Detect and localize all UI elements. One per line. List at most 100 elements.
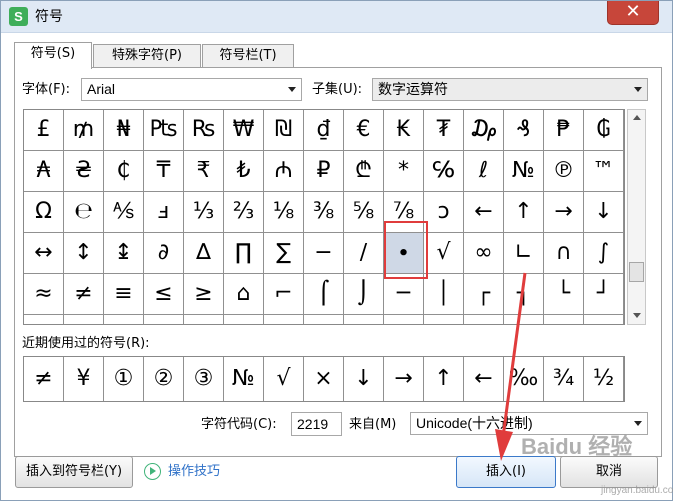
symbol-cell[interactable]: ₸ <box>144 151 184 192</box>
symbol-cell[interactable]: · <box>304 315 344 324</box>
symbol-cell[interactable]: · <box>424 315 464 324</box>
symbol-cell[interactable]: ₱ <box>544 110 584 151</box>
symbol-cell[interactable]: ⌠ <box>304 274 344 315</box>
symbol-cell[interactable]: ℮ <box>64 192 104 233</box>
recent-symbol-cell[interactable]: ‰ <box>504 357 544 401</box>
recent-symbol-cell[interactable]: ↓ <box>344 357 384 401</box>
recent-symbol-cell[interactable]: × <box>304 357 344 401</box>
symbol-cell[interactable]: ∕ <box>344 233 384 274</box>
recent-symbol-cell[interactable]: № <box>224 357 264 401</box>
symbol-cell[interactable]: ↨ <box>104 233 144 274</box>
symbol-cell[interactable]: £ <box>24 110 64 151</box>
symbol-cell[interactable]: ₯ <box>464 110 504 151</box>
symbol-cell[interactable]: ₰ <box>504 110 544 151</box>
symbol-cell[interactable]: * <box>384 151 424 192</box>
recent-symbol-cell[interactable]: ① <box>104 357 144 401</box>
symbol-cell[interactable]: · <box>584 315 624 324</box>
symbol-cell[interactable]: · <box>144 315 184 324</box>
symbol-cell[interactable]: ─ <box>384 274 424 315</box>
recent-symbol-cell[interactable]: ↑ <box>424 357 464 401</box>
symbol-cell[interactable]: ∏ <box>224 233 264 274</box>
close-button[interactable]: ✕ <box>607 1 659 25</box>
symbol-cell[interactable]: ₽ <box>304 151 344 192</box>
recent-symbols-row[interactable]: ≠ ¥ ① ② ③ № √ × ↓ → ↑ ← ‰ ¾ ½ <box>23 356 625 402</box>
grid-scrollbar[interactable] <box>627 109 646 325</box>
symbol-cell[interactable]: · <box>104 315 144 324</box>
symbol-cell[interactable]: √ <box>424 233 464 274</box>
scroll-down-icon[interactable] <box>633 313 641 318</box>
symbol-cell[interactable]: ≥ <box>184 274 224 315</box>
symbol-cell[interactable]: · <box>384 315 424 324</box>
symbol-cell[interactable]: └ <box>544 274 584 315</box>
symbol-cell[interactable]: Ω <box>24 192 64 233</box>
symbol-grid[interactable]: £ ₥ ₦ ₧ ₨ ₩ ₪ ₫ € ₭ ₮ ₯ ₰ ₱ ₲ ₳ ₴ ₵ ₸ ₹ ₺ ₼ ₽ ₾ * ℅ ℓ № ℗ ™ Ω ℮ ⅍ ⅎ ⅓ ⅔ ⅛ ⅜ ⅝ ⅞… <box>23 109 625 325</box>
symbol-cell[interactable]: ₩ <box>224 110 264 151</box>
scrollbar-thumb[interactable] <box>629 262 644 282</box>
symbol-cell[interactable]: → <box>544 192 584 233</box>
symbol-cell[interactable]: ┘ <box>584 274 624 315</box>
symbol-cell[interactable]: ∩ <box>544 233 584 274</box>
symbol-cell[interactable]: ₧ <box>144 110 184 151</box>
symbol-cell[interactable]: ⅎ <box>144 192 184 233</box>
symbol-cell[interactable]: ⌐ <box>264 274 304 315</box>
symbol-cell[interactable]: ₫ <box>304 110 344 151</box>
symbol-cell[interactable]: ∙ <box>384 233 424 274</box>
symbol-cell[interactable]: ↑ <box>504 192 544 233</box>
recent-symbol-cell[interactable]: ← <box>464 357 504 401</box>
recent-symbol-cell[interactable]: ② <box>144 357 184 401</box>
symbol-cell[interactable]: · <box>264 315 304 324</box>
tab-symbols[interactable]: 符号(S) <box>14 42 92 69</box>
recent-symbol-cell[interactable]: ③ <box>184 357 224 401</box>
symbol-cell[interactable]: ↔ <box>24 233 64 274</box>
symbol-cell[interactable]: ⅛ <box>264 192 304 233</box>
symbol-cell[interactable]: ⅞ <box>384 192 424 233</box>
recent-symbol-cell[interactable]: √ <box>264 357 304 401</box>
symbol-cell[interactable]: ₭ <box>384 110 424 151</box>
scroll-up-icon[interactable] <box>633 115 641 120</box>
symbol-cell[interactable]: ⅍ <box>104 192 144 233</box>
symbol-cell[interactable]: ₮ <box>424 110 464 151</box>
recent-symbol-cell[interactable]: → <box>384 357 424 401</box>
symbol-cell[interactable]: ∞ <box>464 233 504 274</box>
font-select[interactable]: Arial <box>81 78 302 101</box>
symbol-cell[interactable]: € <box>344 110 384 151</box>
symbol-cell[interactable]: ℓ <box>464 151 504 192</box>
symbol-cell[interactable]: № <box>504 151 544 192</box>
symbol-cell[interactable]: ₾ <box>344 151 384 192</box>
symbol-cell[interactable]: · <box>224 315 264 324</box>
symbol-cell[interactable]: ┌ <box>464 274 504 315</box>
symbol-cell[interactable]: ↄ <box>424 192 464 233</box>
symbol-cell[interactable]: ₲ <box>584 110 624 151</box>
symbol-cell[interactable]: ⅓ <box>184 192 224 233</box>
tab-special-characters[interactable]: 特殊字符(P) <box>93 44 201 68</box>
symbol-cell[interactable]: ↕ <box>64 233 104 274</box>
char-code-input[interactable]: 2219 <box>291 412 342 436</box>
symbol-cell[interactable]: ₪ <box>264 110 304 151</box>
symbol-cell[interactable]: │ <box>424 274 464 315</box>
symbol-cell[interactable]: ₥ <box>64 110 104 151</box>
symbol-cell[interactable]: ₹ <box>184 151 224 192</box>
symbol-cell[interactable]: ⌂ <box>224 274 264 315</box>
subset-select[interactable]: 数字运算符 <box>372 78 648 101</box>
symbol-cell[interactable]: ℗ <box>544 151 584 192</box>
symbol-cell[interactable]: ≠ <box>64 274 104 315</box>
symbol-cell[interactable]: · <box>464 315 504 324</box>
symbol-cell[interactable]: ₴ <box>64 151 104 192</box>
symbol-cell[interactable]: ┐ <box>504 274 544 315</box>
symbol-cell[interactable]: · <box>344 315 384 324</box>
recent-symbol-cell[interactable]: ½ <box>584 357 624 401</box>
symbol-cell[interactable]: ₺ <box>224 151 264 192</box>
recent-symbol-cell[interactable]: ¥ <box>64 357 104 401</box>
symbol-cell[interactable]: ≈ <box>24 274 64 315</box>
symbol-cell[interactable]: · <box>64 315 104 324</box>
tab-symbol-bar[interactable]: 符号栏(T) <box>202 44 294 68</box>
symbol-cell[interactable]: ₼ <box>264 151 304 192</box>
symbol-cell[interactable]: ∆ <box>184 233 224 274</box>
symbol-cell[interactable]: − <box>304 233 344 274</box>
symbol-cell[interactable]: · <box>184 315 224 324</box>
symbol-cell[interactable]: ₵ <box>104 151 144 192</box>
recent-symbol-cell[interactable]: ¾ <box>544 357 584 401</box>
symbol-cell[interactable]: · <box>544 315 584 324</box>
symbol-cell[interactable]: ₳ <box>24 151 64 192</box>
symbol-cell[interactable]: ↓ <box>584 192 624 233</box>
